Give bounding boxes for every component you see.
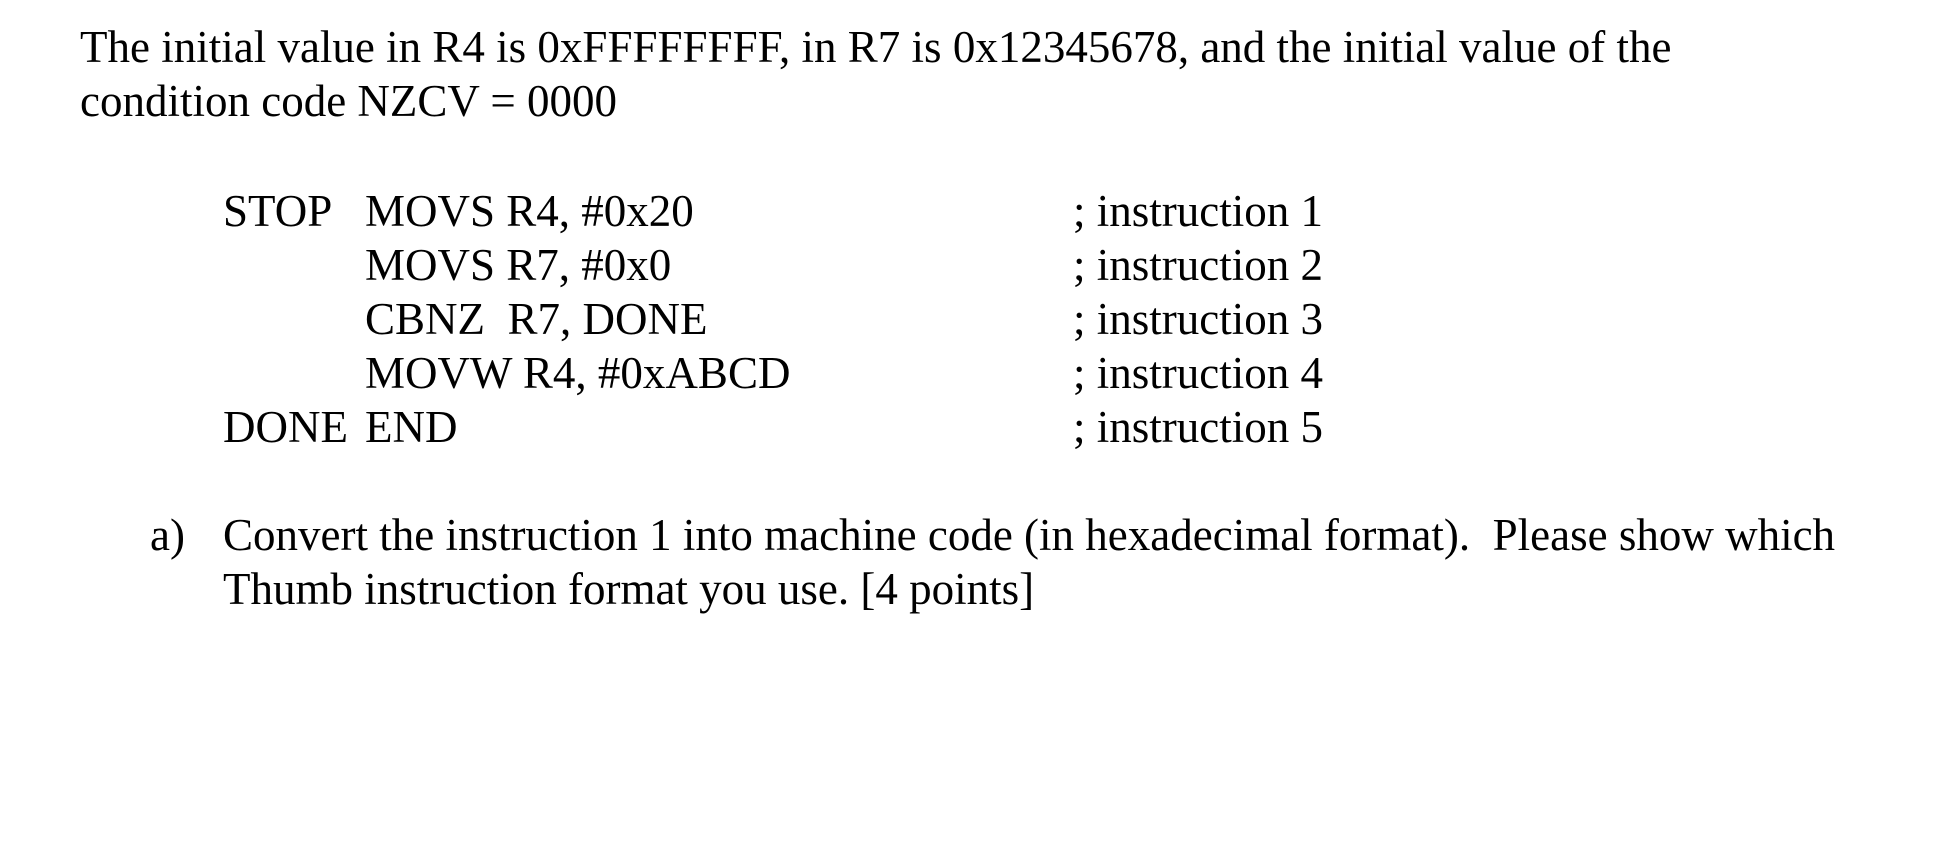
question-line-2: Thumb instruction format you use. [4 poi…: [223, 564, 1035, 614]
code-label: DONE: [223, 402, 348, 452]
code-comment: ; instruction 4: [1073, 348, 1323, 398]
code-instruction: CBNZ R7, DONE: [365, 294, 708, 344]
code-comment: ; instruction 1: [1073, 186, 1323, 236]
question-text: Convert the instruction 1 into machine c…: [223, 508, 1943, 616]
code-label: STOP: [223, 186, 333, 236]
code-comment: ; instruction 2: [1073, 240, 1323, 290]
code-comment: ; instruction 3: [1073, 294, 1323, 344]
code-instruction: END: [365, 402, 458, 452]
problem-intro: The initial value in R4 is 0xFFFFFFFF, i…: [80, 20, 1920, 128]
code-instruction: MOVS R7, #0x0: [365, 240, 672, 290]
intro-line-2: condition code NZCV = 0000: [80, 76, 617, 126]
code-instruction: MOVW R4, #0xABCD: [365, 348, 791, 398]
question-marker: a): [150, 510, 185, 560]
question-line-1: Convert the instruction 1 into machine c…: [223, 510, 1836, 560]
intro-line-1: The initial value in R4 is 0xFFFFFFFF, i…: [80, 22, 1672, 72]
code-comment: ; instruction 5: [1073, 402, 1323, 452]
code-instruction: MOVS R4, #0x20: [365, 186, 694, 236]
